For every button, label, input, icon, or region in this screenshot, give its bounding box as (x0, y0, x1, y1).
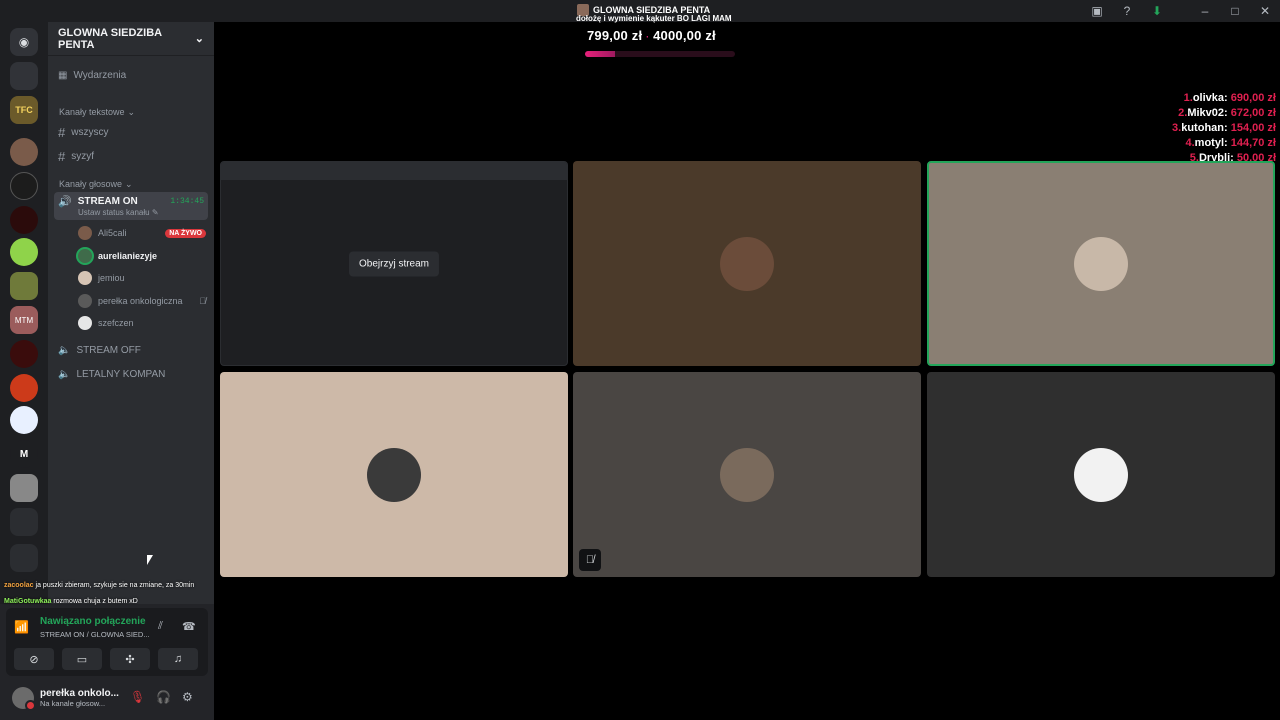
avatar (78, 271, 92, 286)
text-channel-wszyscy[interactable]: # wszyscy (48, 120, 214, 144)
server-icon[interactable] (10, 374, 38, 402)
server-icon[interactable] (10, 62, 38, 90)
voice-member[interactable]: szefczen (48, 312, 214, 335)
mic-muted-icon[interactable]: 🎙 (130, 690, 145, 704)
pencil-icon: ✎ (151, 208, 159, 217)
headphones-icon[interactable]: 🎧 (156, 690, 171, 704)
noise-suppression-icon[interactable]: ⫽ (158, 620, 163, 633)
server-icon[interactable] (10, 206, 38, 234)
gear-icon[interactable]: ⚙ (182, 690, 193, 704)
server-folder-icon[interactable] (10, 508, 38, 536)
speaker-icon: 🔈 (58, 369, 71, 380)
text-channel-syzyf[interactable]: # syzyf (48, 144, 214, 168)
muted-mic-icon: 🎙̸ (579, 549, 601, 571)
live-badge: NA ŻYWO (165, 228, 206, 238)
user-info[interactable]: perełka onkolo... Na kanale głosow... (40, 688, 119, 708)
server-icon-m[interactable]: M (10, 440, 38, 468)
speaker-icon: 🔈 (58, 345, 71, 356)
participant-tile[interactable]: 🎙̸ (573, 372, 921, 577)
maximize-icon[interactable]: □ (1220, 0, 1250, 22)
avatar (1074, 447, 1128, 502)
donation-message: dołożę i wymienie kąkuter BO LAGI MAM (576, 14, 732, 23)
leaderboard-row: 4.motyl: 144,70 zł (1185, 137, 1276, 149)
server-icon[interactable] (10, 172, 38, 200)
voice-channel-stream-on[interactable]: 🔊 STREAM ON 1:34:45 Ustaw status kanału … (54, 192, 208, 220)
discord-home-icon[interactable]: ◉ (10, 28, 38, 56)
voice-member[interactable]: jemiou (48, 267, 214, 290)
camera-off-button[interactable]: ⊘ (14, 648, 54, 670)
voice-channel-letalny-kompan[interactable]: 🔈 LETALNY KOMPAN (48, 363, 214, 387)
server-icon[interactable] (10, 474, 38, 502)
participant-tile[interactable] (573, 161, 921, 366)
server-icon[interactable] (10, 138, 38, 166)
connection-status[interactable]: Nawiązano połączenie (40, 616, 146, 627)
avatar (720, 447, 774, 502)
participant-tile[interactable] (927, 372, 1275, 577)
close-icon[interactable]: ✕ (1250, 0, 1280, 22)
user-panel: 📶 Nawiązano połączenie STREAM ON / GLOWN… (0, 604, 214, 720)
voice-connection-panel: 📶 Nawiązano połączenie STREAM ON / GLOWN… (6, 608, 208, 676)
leaderboard-row: 3.kutohan: 154,00 zł (1172, 122, 1276, 134)
soundboard-button[interactable]: ♫ (158, 648, 198, 670)
voice-member[interactable]: Ali5cali NA ŻYWO (48, 222, 214, 245)
inbox-icon[interactable]: ▣ (1082, 0, 1112, 22)
muted-mic-icon: 🎙̸ (199, 295, 206, 306)
avatar (78, 248, 92, 263)
donation-amounts: 799,00 zł · 4000,00 zł (587, 28, 716, 43)
avatar (78, 226, 92, 241)
avatar (1074, 236, 1128, 291)
category-text-channels[interactable]: Kanały tekstowe ⌄ (48, 104, 214, 120)
chevron-down-icon: ⌄ (194, 33, 204, 45)
leaderboard-row: 1.olivka: 690,00 zł (1183, 92, 1276, 104)
avatar (78, 316, 92, 331)
participant-tile[interactable] (220, 372, 568, 577)
leaderboard-row: 2.Mikv02: 672,00 zł (1178, 107, 1276, 119)
guild-header[interactable]: GLOWNA SIEDZIBA PENTA ⌄ (48, 22, 214, 56)
calendar-icon: ▦ (58, 69, 68, 81)
donation-leaderboard: 1.olivka: 690,00 zł 2.Mikv02: 672,00 zł … (1172, 91, 1276, 166)
chat-overlay-line: zacoolac ja puszki zbieram, szykuje sie … (4, 582, 195, 589)
minimize-icon[interactable]: – (1190, 0, 1220, 22)
server-icon[interactable] (10, 340, 38, 368)
chat-overlay-line: MatiGotuwkaa rozmowa chuja z butem xD (4, 598, 138, 605)
voice-member[interactable]: aurelianiezyje (48, 245, 214, 268)
hashtag-icon: # (58, 148, 66, 164)
server-icon[interactable] (10, 406, 38, 434)
avatar (720, 236, 774, 291)
screen-share-button[interactable]: ▭ (62, 648, 102, 670)
server-icon-mtm[interactable]: MTM (10, 306, 38, 334)
hashtag-icon: # (58, 124, 66, 140)
help-icon[interactable]: ? (1112, 0, 1142, 22)
connection-channel[interactable]: STREAM ON / GLOWNA SIED... (40, 630, 150, 639)
server-icon[interactable] (10, 272, 38, 300)
watch-stream-button[interactable]: Obejrzyj stream (348, 251, 440, 276)
channel-status[interactable]: Ustaw status kanału ✎ (58, 208, 204, 217)
user-bar: perełka onkolo... Na kanale głosow... 🎙 … (6, 680, 208, 716)
voice-stage: dołożę i wymienie kąkuter BO LAGI MAM 79… (214, 14, 1280, 720)
server-folder-icon[interactable] (10, 544, 38, 572)
avatar (367, 447, 421, 502)
speaker-icon: 🔊 (58, 196, 72, 208)
voice-channel-stream-off[interactable]: 🔈 STREAM OFF (48, 339, 214, 363)
events-item[interactable]: ▦ Wydarzenia (48, 64, 214, 86)
avatar (78, 293, 92, 308)
voice-member[interactable]: perełka onkologiczna 🎙̸ (48, 290, 214, 313)
donation-progress-bar (585, 51, 735, 57)
category-voice-channels[interactable]: Kanały głosowe ⌄ (48, 176, 214, 192)
server-icon[interactable] (10, 238, 38, 266)
chevron-down-icon: ⌄ (127, 106, 136, 117)
avatar[interactable] (12, 687, 36, 711)
stream-tile[interactable]: Obejrzyj stream (220, 161, 568, 366)
disconnect-icon[interactable]: ☎ (182, 620, 196, 633)
progress-fill (585, 51, 615, 57)
participant-tile-speaking[interactable] (927, 161, 1275, 366)
signal-icon[interactable]: 📶 (14, 620, 29, 634)
mouse-cursor (147, 555, 153, 565)
activities-button[interactable]: ✣ (110, 648, 150, 670)
chevron-down-icon: ⌄ (125, 178, 133, 189)
download-icon[interactable]: ⬇ (1142, 0, 1172, 22)
server-icon-tfc[interactable]: TFC (10, 96, 38, 124)
channel-sidebar: GLOWNA SIEDZIBA PENTA ⌄ ▦ Wydarzenia Kan… (48, 22, 214, 604)
